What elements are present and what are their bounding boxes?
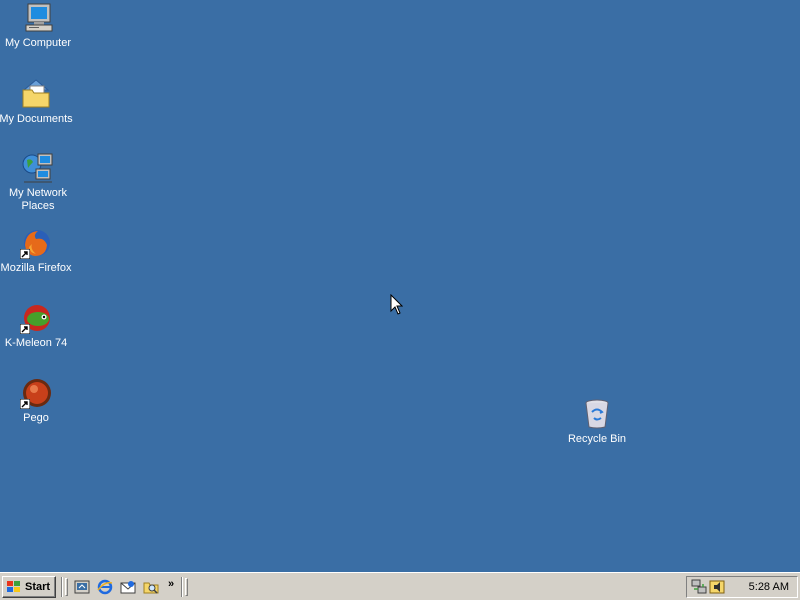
- show-desktop-icon[interactable]: [74, 579, 90, 595]
- internet-explorer-icon[interactable]: [97, 579, 113, 595]
- quick-launch-more-button[interactable]: »: [168, 578, 174, 590]
- computer-icon: [22, 2, 54, 34]
- clock[interactable]: 5:28 AM: [749, 581, 789, 593]
- firefox-icon: [20, 227, 52, 259]
- desktop-icon-k-meleon[interactable]: K-Meleon 74: [0, 302, 74, 350]
- outlook-express-icon[interactable]: [120, 579, 136, 595]
- shortcut-arrow-icon: [20, 399, 30, 409]
- desktop-icon-label: K-Meleon 74: [4, 337, 68, 349]
- desktop-icon-label: Mozilla Firefox: [0, 262, 72, 274]
- system-tray: 5:28 AM: [686, 576, 798, 598]
- desktop-icon-recycle-bin[interactable]: Recycle Bin: [559, 398, 635, 446]
- windows-logo-icon: [7, 581, 20, 592]
- explorer-search-icon[interactable]: [143, 579, 159, 595]
- desktop-icon-pego[interactable]: Pego: [0, 377, 74, 425]
- mouse-cursor-icon: [390, 294, 403, 315]
- taskbar-separator: [61, 577, 63, 597]
- desktop-icon-label: Recycle Bin: [567, 433, 627, 445]
- k-meleon-icon: [20, 302, 52, 334]
- desktop-icon-my-documents[interactable]: My Documents: [0, 78, 74, 126]
- desktop-icon-label: My Network Places: [8, 187, 68, 212]
- pego-icon: [20, 377, 52, 409]
- network-tray-icon[interactable]: [691, 579, 707, 595]
- desktop-icon-my-computer[interactable]: My Computer: [0, 2, 76, 50]
- quick-launch-grip[interactable]: [65, 578, 68, 596]
- desktop-icon-mozilla-firefox[interactable]: Mozilla Firefox: [0, 227, 74, 275]
- recycle-bin-icon: [581, 398, 613, 430]
- start-button[interactable]: Start: [2, 576, 56, 598]
- task-area-grip[interactable]: [185, 578, 188, 596]
- desktop-icon-label: My Documents: [0, 113, 73, 125]
- desktop-icon-my-network-places[interactable]: My Network Places: [0, 152, 76, 213]
- shortcut-arrow-icon: [20, 324, 30, 334]
- folder-documents-icon: [20, 78, 52, 110]
- taskbar: Start » 5:28 AM: [0, 572, 800, 600]
- network-places-icon: [22, 152, 54, 184]
- taskbar-separator: [181, 577, 183, 597]
- desktop-icon-label: My Computer: [4, 37, 72, 49]
- desktop-icon-label: Pego: [23, 412, 49, 424]
- desktop[interactable]: My Computer My Documents My Network Plac…: [0, 0, 800, 572]
- shortcut-arrow-icon: [20, 249, 30, 259]
- start-button-label: Start: [25, 581, 51, 593]
- volume-tray-icon[interactable]: [709, 579, 725, 595]
